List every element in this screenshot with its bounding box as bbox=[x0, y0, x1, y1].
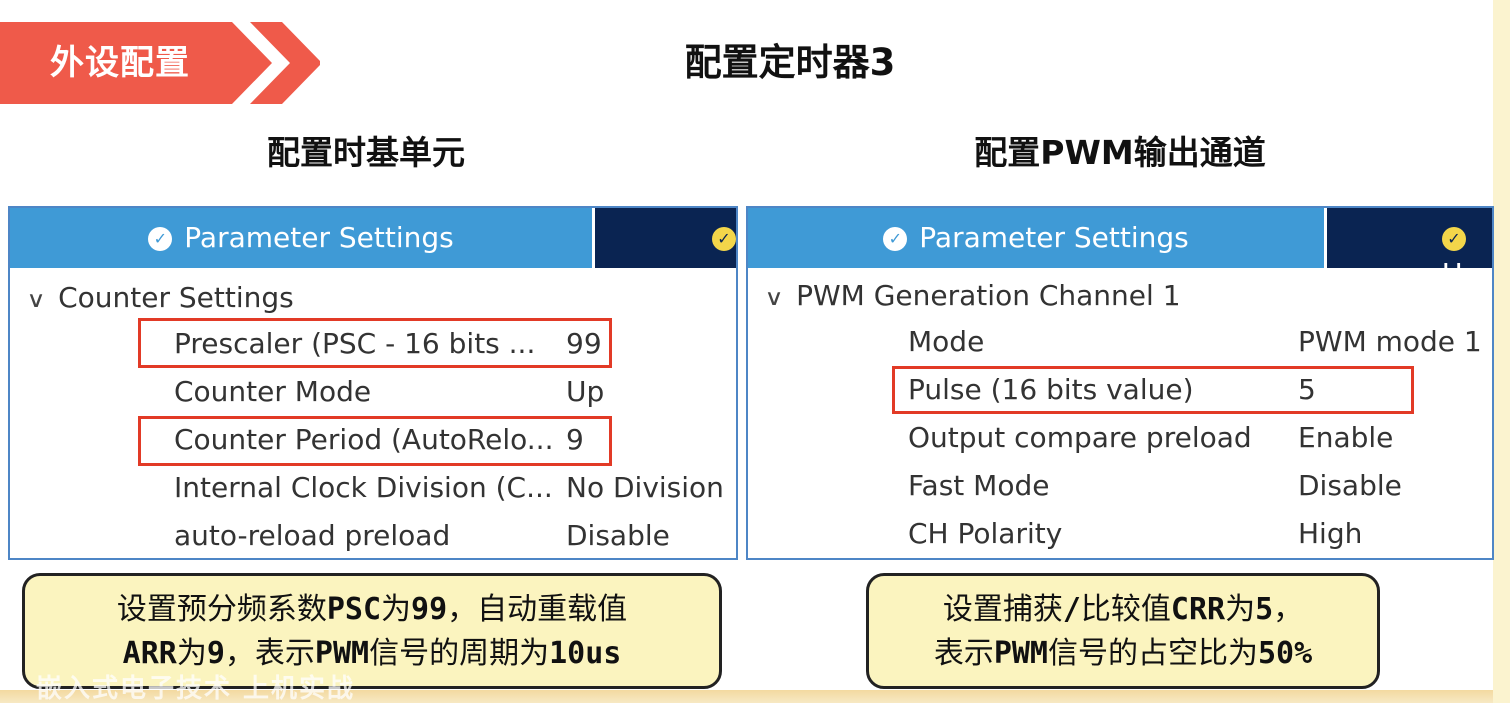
check-circle-icon: ✓ bbox=[1442, 227, 1466, 251]
highlight-box-counter-period bbox=[138, 416, 612, 466]
chevron-down-icon: ∨ bbox=[764, 286, 784, 311]
note-text: ，表示 bbox=[224, 636, 315, 671]
setting-label: Output compare preload bbox=[908, 421, 1252, 454]
note-line: 设置预分频系数PSC为99，自动重载值 bbox=[25, 588, 719, 632]
tab-label: Parameter Settings bbox=[919, 221, 1189, 254]
note-emphasis: PSC bbox=[326, 592, 382, 627]
group-label: Counter Settings bbox=[58, 281, 294, 314]
badge-label: 外设配置 bbox=[50, 43, 190, 83]
note-emphasis: ARR bbox=[122, 636, 177, 671]
tab-next[interactable]: ✓ bbox=[712, 220, 736, 256]
setting-value: High bbox=[1298, 517, 1363, 550]
right-tab-bar: ✓ Parameter Settings ✓U bbox=[748, 208, 1492, 290]
note-emphasis: PWM bbox=[314, 636, 370, 671]
right-explanation-note: 设置捕获/比较值CRR为5， 表示PWM信号的占空比为50% bbox=[866, 573, 1380, 689]
note-emphasis: 50% bbox=[1258, 636, 1313, 671]
note-text: 比较值 bbox=[1080, 592, 1171, 627]
setting-value: Disable bbox=[566, 519, 670, 552]
check-circle-icon: ✓ bbox=[712, 227, 736, 251]
note-text: 为 bbox=[1225, 592, 1256, 627]
note-emphasis: 99 bbox=[411, 592, 448, 627]
group-label: PWM Generation Channel 1 bbox=[796, 279, 1181, 312]
note-text: 设置捕获 bbox=[942, 592, 1063, 627]
section-badge: 外设配置 bbox=[0, 22, 320, 104]
setting-value: No Division bbox=[566, 471, 724, 504]
note-text: ，自动重载值 bbox=[447, 592, 628, 627]
note-emphasis: 5 bbox=[1255, 592, 1274, 627]
setting-label: Fast Mode bbox=[908, 469, 1050, 502]
setting-label: auto-reload preload bbox=[174, 519, 451, 552]
tab-next-label: U bbox=[1442, 257, 1463, 290]
setting-value: Enable bbox=[1298, 421, 1394, 454]
right-decor-strip bbox=[1493, 0, 1510, 703]
left-settings-panel: ✓ Parameter Settings ✓ ∨ Counter Settings … bbox=[8, 206, 738, 560]
check-circle-icon: ✓ bbox=[883, 227, 908, 251]
left-tab-bar: ✓ Parameter Settings ✓ bbox=[10, 208, 736, 268]
setting-label: Internal Clock Division (C... bbox=[174, 471, 553, 504]
highlight-box-prescaler bbox=[138, 318, 612, 368]
note-emphasis: 10us bbox=[549, 636, 622, 671]
tab-label: Parameter Settings bbox=[184, 221, 454, 254]
right-subtitle: 配置PWM输出通道 bbox=[974, 133, 1266, 172]
note-emphasis: 9 bbox=[206, 636, 225, 671]
note-text: ， bbox=[1273, 592, 1304, 627]
note-emphasis: PWM bbox=[993, 636, 1048, 671]
setting-value: Up bbox=[566, 375, 605, 408]
setting-label: Counter Mode bbox=[174, 375, 372, 408]
note-text: 表示 bbox=[933, 636, 994, 671]
page-title: 配置定时器3 bbox=[684, 41, 896, 84]
chevron-down-icon: ∨ bbox=[26, 288, 46, 313]
note-text: 为 bbox=[381, 592, 412, 627]
note-text: 设置预分频系数 bbox=[116, 592, 327, 627]
note-emphasis: CRR bbox=[1170, 592, 1226, 627]
setting-label: CH Polarity bbox=[908, 517, 1063, 550]
tab-next[interactable]: ✓U bbox=[1442, 220, 1492, 290]
note-line: 表示PWM信号的占空比为50% bbox=[869, 632, 1377, 676]
setting-value: PWM mode 1 bbox=[1298, 325, 1482, 358]
watermark-text: 嵌入式电子技术 上机实战 bbox=[36, 674, 356, 704]
note-text: 信号的周期为 bbox=[369, 636, 550, 671]
note-emphasis: / bbox=[1062, 592, 1081, 627]
check-circle-icon: ✓ bbox=[148, 227, 173, 251]
tab-parameter-settings[interactable]: ✓ Parameter Settings bbox=[10, 208, 595, 268]
note-text: 为 bbox=[176, 636, 207, 671]
left-subtitle: 配置时基单元 bbox=[267, 133, 465, 172]
tab-parameter-settings[interactable]: ✓ Parameter Settings bbox=[748, 208, 1327, 268]
group-counter-settings[interactable]: ∨ Counter Settings bbox=[26, 278, 294, 321]
setting-label: Mode bbox=[908, 325, 985, 358]
setting-value: Disable bbox=[1298, 469, 1402, 502]
note-line: 设置捕获/比较值CRR为5， bbox=[869, 588, 1377, 632]
note-text: 信号的占空比为 bbox=[1048, 636, 1258, 671]
highlight-box-pulse bbox=[892, 366, 1414, 414]
group-pwm-channel-1[interactable]: ∨ PWM Generation Channel 1 bbox=[764, 276, 1181, 319]
